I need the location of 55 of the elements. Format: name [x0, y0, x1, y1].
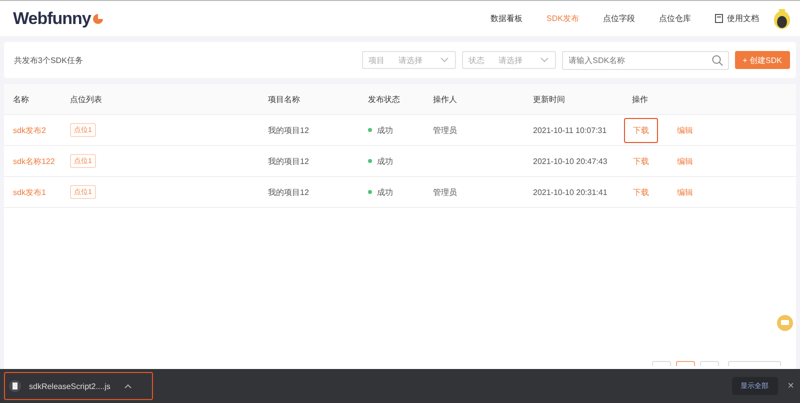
table-cell-text: 我的项目12 [268, 156, 310, 166]
file-icon [9, 380, 21, 392]
filter-select[interactable]: 项目 请选择 [362, 51, 456, 69]
status-dot [368, 190, 372, 194]
column-header: 项目名称 [268, 94, 301, 104]
column-header: 更新时间 [533, 94, 566, 104]
search-icon[interactable] [712, 54, 723, 66]
sdk-name-link[interactable]: sdk名称122 [13, 156, 70, 166]
status-dot [368, 128, 372, 132]
task-count: 共发布3个SDK任务 [14, 54, 83, 66]
create-sdk-button[interactable]: + 创建SDK [734, 51, 790, 69]
nav-tab[interactable]: 数据看板 [490, 13, 523, 24]
column-header: 操作人 [433, 94, 458, 104]
page-button[interactable] [676, 361, 695, 366]
chat-icon[interactable] [777, 315, 793, 331]
status-text: 成功 [377, 156, 393, 166]
sdk-name-link[interactable]: sdk发布2 [13, 124, 70, 136]
caret-icon [124, 384, 132, 388]
table-cell-text: 我的项目12 [268, 186, 310, 198]
nav-tab[interactable]: 点位仓库 [659, 13, 691, 24]
table-cell-text: 2021-10-10 20:47:43 [533, 156, 608, 166]
logo: Webfunny [13, 8, 104, 28]
status-text: 成功 [377, 124, 393, 136]
table-cell: 管理员 [433, 124, 457, 136]
search-field[interactable]: 请输入SDK名称 [562, 50, 729, 70]
edit-link[interactable]: 编辑 [668, 118, 702, 142]
status-text: 成功 [377, 186, 393, 198]
download-link[interactable]: 下载 [624, 180, 658, 204]
edit-link[interactable]: 编辑 [668, 180, 702, 204]
download-link[interactable]: 下载 [624, 148, 658, 174]
download-link[interactable]: 下载 [624, 118, 658, 142]
table-cell: 管理员 [433, 186, 457, 198]
close-button[interactable]: × [788, 380, 794, 392]
column-header: 操作 [632, 94, 649, 104]
document-icon [715, 14, 723, 23]
nav-tab[interactable]: 点位字段 [603, 13, 635, 24]
table-cell-text: 2021-10-11 10:07:31 [533, 126, 608, 134]
download-item[interactable]: sdkReleaseScript2....js [4, 372, 154, 400]
filter-select[interactable]: 状态 请选择 [462, 51, 556, 69]
chevron-icon [440, 57, 449, 63]
page-size-select[interactable] [728, 361, 781, 366]
page-button[interactable] [700, 361, 719, 366]
chevron-icon [540, 57, 549, 63]
column-header: 名称 [13, 94, 30, 104]
column-header: 发布状态 [368, 94, 401, 104]
nav-tab[interactable]: SDK发布 [546, 13, 579, 24]
table-cell-text: 我的项目12 [268, 124, 310, 136]
sdk-name-link[interactable]: sdk发布1 [13, 186, 70, 198]
avatar-icon[interactable] [773, 8, 791, 30]
column-header: 点位列表 [70, 94, 103, 104]
table-cell-text: 2021-10-10 20:31:41 [533, 188, 608, 196]
docs-link[interactable]: 使用文档 [727, 13, 759, 24]
edit-link[interactable]: 编辑 [668, 148, 702, 174]
page-button[interactable] [652, 361, 671, 366]
status-dot [368, 159, 372, 163]
